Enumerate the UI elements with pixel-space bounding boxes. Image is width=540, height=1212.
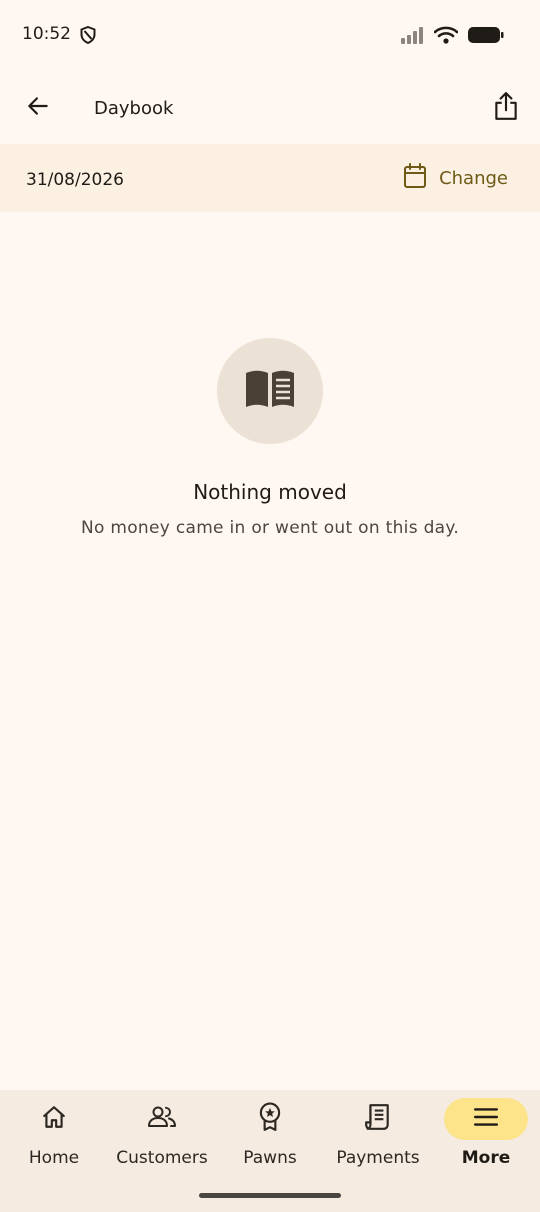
nav-icon-container	[336, 1098, 420, 1140]
book-icon	[244, 369, 296, 413]
empty-state-subtitle: No money came in or went out on this day…	[80, 518, 460, 538]
nav-label-customers: Customers	[116, 1148, 208, 1168]
selected-date: 31/08/2026	[26, 170, 124, 190]
share-icon	[493, 91, 519, 125]
status-icons	[400, 26, 504, 48]
empty-state-title: Nothing moved	[193, 480, 347, 504]
arrow-left-icon	[25, 93, 51, 123]
nav-label-more: More	[461, 1148, 511, 1168]
people-icon	[147, 1104, 177, 1134]
status-bar: 10:52	[0, 0, 540, 70]
gesture-handle[interactable]	[199, 1193, 341, 1198]
empty-state: Nothing moved No money came in or went o…	[0, 338, 540, 538]
wifi-icon	[433, 26, 459, 48]
nav-item-more[interactable]: More	[432, 1098, 540, 1178]
shield-icon	[80, 25, 96, 48]
change-date-label: Change	[439, 167, 508, 189]
share-button[interactable]	[484, 86, 528, 130]
nav-label-payments: Payments	[336, 1148, 420, 1168]
badge-icon	[257, 1102, 283, 1136]
nav-label-pawns: Pawns	[243, 1148, 297, 1168]
change-date-button[interactable]: Change	[403, 158, 508, 198]
battery-icon	[468, 26, 504, 48]
nav-icon-container-active	[444, 1098, 528, 1140]
app-bar: Daybook	[0, 72, 540, 144]
nav-icon-container	[12, 1098, 96, 1140]
signal-icon	[400, 26, 424, 48]
nav-item-home[interactable]: Home	[0, 1098, 108, 1178]
nav-icon-container	[120, 1098, 204, 1140]
nav-item-payments[interactable]: Payments	[324, 1098, 432, 1178]
receipt-icon	[365, 1103, 391, 1135]
status-time: 10:52	[22, 24, 71, 44]
nav-label-home: Home	[28, 1148, 80, 1168]
date-bar: 31/08/2026 Change	[0, 144, 540, 212]
nav-item-customers[interactable]: Customers	[108, 1098, 216, 1178]
page-title: Daybook	[94, 98, 174, 119]
home-icon	[41, 1104, 67, 1134]
nav-item-pawns[interactable]: Pawns	[216, 1098, 324, 1178]
calendar-icon	[403, 163, 427, 193]
empty-state-badge	[217, 338, 323, 444]
back-button[interactable]	[16, 86, 60, 130]
menu-icon	[473, 1106, 499, 1132]
nav-icon-container	[228, 1098, 312, 1140]
